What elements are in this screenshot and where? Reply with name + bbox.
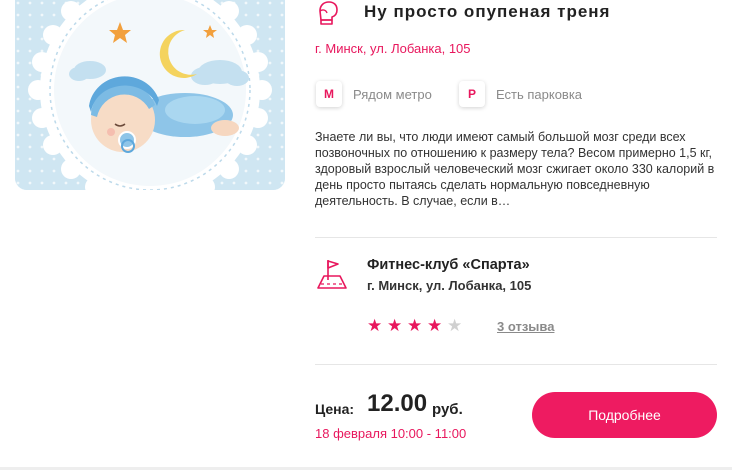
feature-parking-label: Есть парковка (496, 86, 583, 102)
price-currency: руб. (432, 401, 463, 418)
event-address: г. Минск, ул. Лобанка, 105 (315, 41, 471, 56)
feature-parking: P Есть парковка (459, 81, 582, 107)
feature-metro: М Рядом метро (316, 81, 432, 107)
event-title: Ну просто опупеная треня (364, 2, 611, 21)
event-description: Знаете ли вы, что люди имеют самый больш… (315, 130, 715, 208)
event-image[interactable] (15, 0, 285, 190)
price-value: 12.00 (367, 390, 428, 417)
metro-icon: М (316, 81, 342, 107)
event-date: 18 февраля 10:00 - 11:00 (315, 426, 467, 441)
reviews-link[interactable]: 3 отзыва (497, 319, 554, 334)
star-icon: ★ (447, 316, 463, 335)
venue-name[interactable]: Фитнес-клуб «Спарта» (367, 257, 530, 273)
sleeping-baby-illustration (15, 0, 285, 190)
star-icon: ★ (427, 316, 443, 335)
star-icon: ★ (407, 316, 423, 335)
price-label: Цена: (315, 401, 355, 417)
event-title-row: Ну просто опупеная треня (315, 0, 725, 28)
parking-icon: P (459, 81, 485, 107)
divider (315, 364, 717, 365)
venue-address: г. Минск, ул. Лобанка, 105 (367, 278, 532, 293)
details-button[interactable]: Подробнее (532, 392, 717, 438)
feature-metro-label: Рядом метро (353, 86, 432, 102)
star-icon: ★ (387, 316, 403, 335)
star-icon: ★ (367, 316, 383, 335)
boxing-glove-icon (315, 0, 341, 26)
rating-stars: ★ ★ ★ ★ ★ (367, 316, 467, 336)
map-pin-icon (316, 258, 348, 290)
divider (315, 237, 717, 238)
